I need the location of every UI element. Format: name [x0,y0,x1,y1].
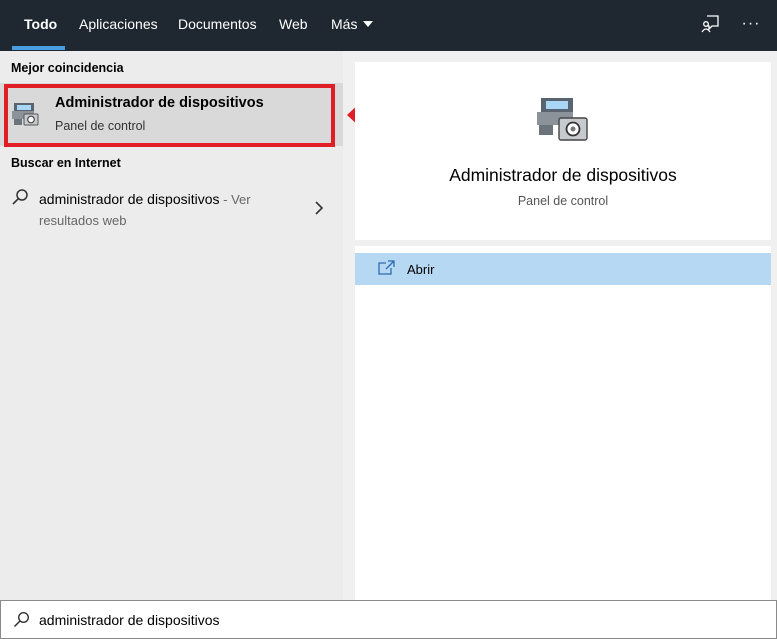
actions-panel [355,246,771,600]
search-box-icon [13,611,30,628]
chevron-down-icon [363,21,374,27]
web-result-line2: resultados web [39,213,127,228]
preview-title: Administrador de dispositivos [449,165,677,185]
web-result-query: administrador de dispositivos [39,191,220,207]
web-search-heading: Buscar en Internet [11,156,121,170]
open-icon [377,260,395,276]
web-search-result[interactable]: administrador de dispositivos - Ver resu… [0,179,343,231]
open-action[interactable]: Abrir [355,253,771,285]
web-result-text: administrador de dispositivos - Ver resu… [39,189,289,231]
chevron-right-icon[interactable] [313,201,325,215]
tab-documentos[interactable]: Documentos [178,0,257,51]
red-highlight-box [4,84,335,147]
tab-web[interactable]: Web [279,0,308,51]
preview-card: Administrador de dispositivos Panel de c… [355,62,771,240]
results-panel: Mejor coincidencia Administrador de disp… [0,51,343,600]
preview-subtitle: Panel de control [517,194,609,208]
tab-todo[interactable]: Todo [24,0,57,51]
tab-mas-label: Más [331,16,358,32]
open-action-label: Abrir [407,262,435,277]
more-options-icon[interactable]: ··· [740,13,762,35]
best-match-heading: Mejor coincidencia [11,61,124,75]
device-manager-large-icon [533,94,593,144]
tab-aplicaciones[interactable]: Aplicaciones [79,0,158,51]
search-box[interactable] [0,600,777,639]
tab-mas[interactable]: Más [331,0,374,51]
active-tab-indicator [12,46,65,50]
feedback-icon[interactable] [699,13,721,35]
search-filter-bar: Todo Aplicaciones Documentos Web Más ··· [0,0,777,51]
web-result-suffix: - Ver [219,192,251,207]
search-input[interactable] [39,607,739,633]
search-icon [11,188,29,206]
